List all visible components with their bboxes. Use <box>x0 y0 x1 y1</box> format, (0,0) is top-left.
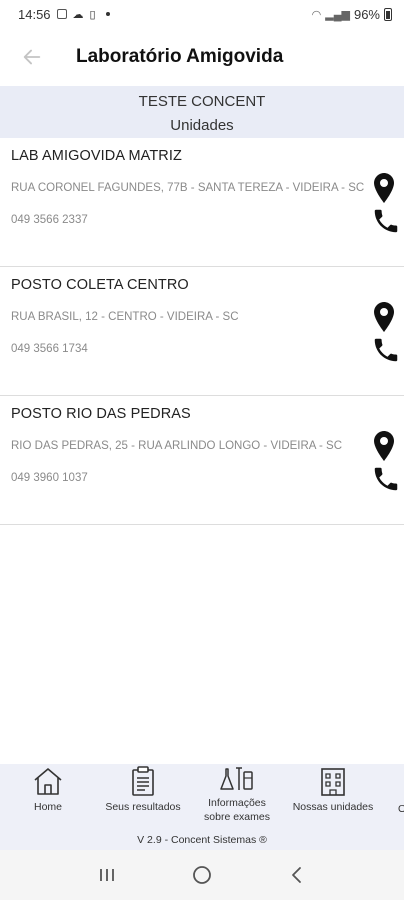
phone-icon[interactable] <box>371 206 401 236</box>
nav-exam-info[interactable]: Informações sobre exames <box>194 766 280 824</box>
system-nav-bar <box>0 850 404 900</box>
circle-home-icon <box>193 866 211 884</box>
phone-icon[interactable] <box>371 464 401 494</box>
battery-icon <box>384 7 392 21</box>
wifi-icon: ◠ <box>311 8 322 21</box>
home-icon <box>34 768 62 795</box>
bottom-nav: Home Seus resultados Informações sobre e… <box>0 764 404 850</box>
nav-exam-info-label: Informações sobre exames <box>204 797 270 823</box>
recent-apps-icon <box>100 869 115 881</box>
unit-name: POSTO COLETA CENTRO <box>11 277 189 293</box>
unit-card[interactable]: POSTO RIO DAS PEDRAS RIO DAS PEDRAS, 25 … <box>0 396 404 525</box>
bottom-nav-items: Home Seus resultados Informações sobre e… <box>0 764 404 830</box>
unit-phone: 049 3960 1037 <box>11 472 88 484</box>
unit-address: RUA CORONEL FAGUNDES, 77B - SANTA TEREZA… <box>11 182 365 194</box>
unit-card[interactable]: POSTO COLETA CENTRO RUA BRASIL, 12 - CEN… <box>0 267 404 396</box>
nav-units[interactable]: Nossas unidades <box>286 766 380 814</box>
units-list: LAB AMIGOVIDA MATRIZ RUA CORONEL FAGUNDE… <box>0 138 404 525</box>
nav-units-label: Nossas unidades <box>292 801 374 813</box>
cloud-notification-icon: ☁ <box>72 8 84 21</box>
building-icon <box>321 768 345 796</box>
map-pin-icon[interactable] <box>372 172 396 204</box>
section-title: Unidades <box>170 117 234 134</box>
status-time: 14:56 <box>18 6 51 22</box>
arrow-left-icon <box>23 49 41 65</box>
clipboard-icon <box>132 766 154 796</box>
battery-percentage: 96% <box>353 6 380 22</box>
signal-icon: ▂▄▆ <box>325 8 350 21</box>
lab-flasks-icon <box>220 767 253 790</box>
unit-card[interactable]: LAB AMIGOVIDA MATRIZ RUA CORONEL FAGUNDE… <box>0 138 404 267</box>
client-name: TESTE CONCENT <box>138 93 266 110</box>
unit-name: POSTO RIO DAS PEDRAS <box>11 406 191 422</box>
status-left: 14:56 ☁ ▯ <box>18 7 110 22</box>
phone-icon[interactable] <box>371 335 401 365</box>
nav-home[interactable]: Home <box>22 766 74 814</box>
unit-phone: 049 3566 1734 <box>11 343 88 355</box>
map-pin-icon[interactable] <box>372 301 396 333</box>
unit-address: RUA BRASIL, 12 - CENTRO - VIDEIRA - SC <box>11 311 239 323</box>
page-title: Laboratório Amigovida <box>76 46 284 67</box>
unit-name: LAB AMIGOVIDA MATRIZ <box>11 148 182 164</box>
subheader: TESTE CONCENT Unidades <box>0 86 404 138</box>
map-pin-icon[interactable] <box>372 430 396 462</box>
home-system-button[interactable] <box>182 855 222 895</box>
gallery-notification-icon <box>56 9 67 19</box>
chevron-left-icon <box>291 867 301 883</box>
nav-home-label: Home <box>33 801 62 813</box>
unit-address: RIO DAS PEDRAS, 25 - RUA ARLINDO LONGO -… <box>11 440 343 452</box>
nav-more-partial[interactable]: O <box>398 798 404 816</box>
nav-results[interactable]: Seus resultados <box>96 766 190 814</box>
status-bar: 14:56 ☁ ▯ ◠ ▂▄▆ 96% <box>0 0 404 28</box>
version-label: V 2.9 - Concent Sistemas ® <box>137 834 267 846</box>
status-right: ◠ ▂▄▆ 96% <box>312 7 392 22</box>
unit-phone: 049 3566 2337 <box>11 214 88 226</box>
more-notifications-icon <box>105 12 110 16</box>
back-system-button[interactable] <box>277 855 317 895</box>
nav-more-partial-label: O <box>398 803 404 815</box>
nav-results-label: Seus resultados <box>105 801 181 813</box>
recent-apps-button[interactable] <box>87 855 127 895</box>
back-button[interactable] <box>8 33 56 81</box>
app-header: Laboratório Amigovida <box>0 28 404 86</box>
phone-notification-icon: ▯ <box>89 8 96 21</box>
